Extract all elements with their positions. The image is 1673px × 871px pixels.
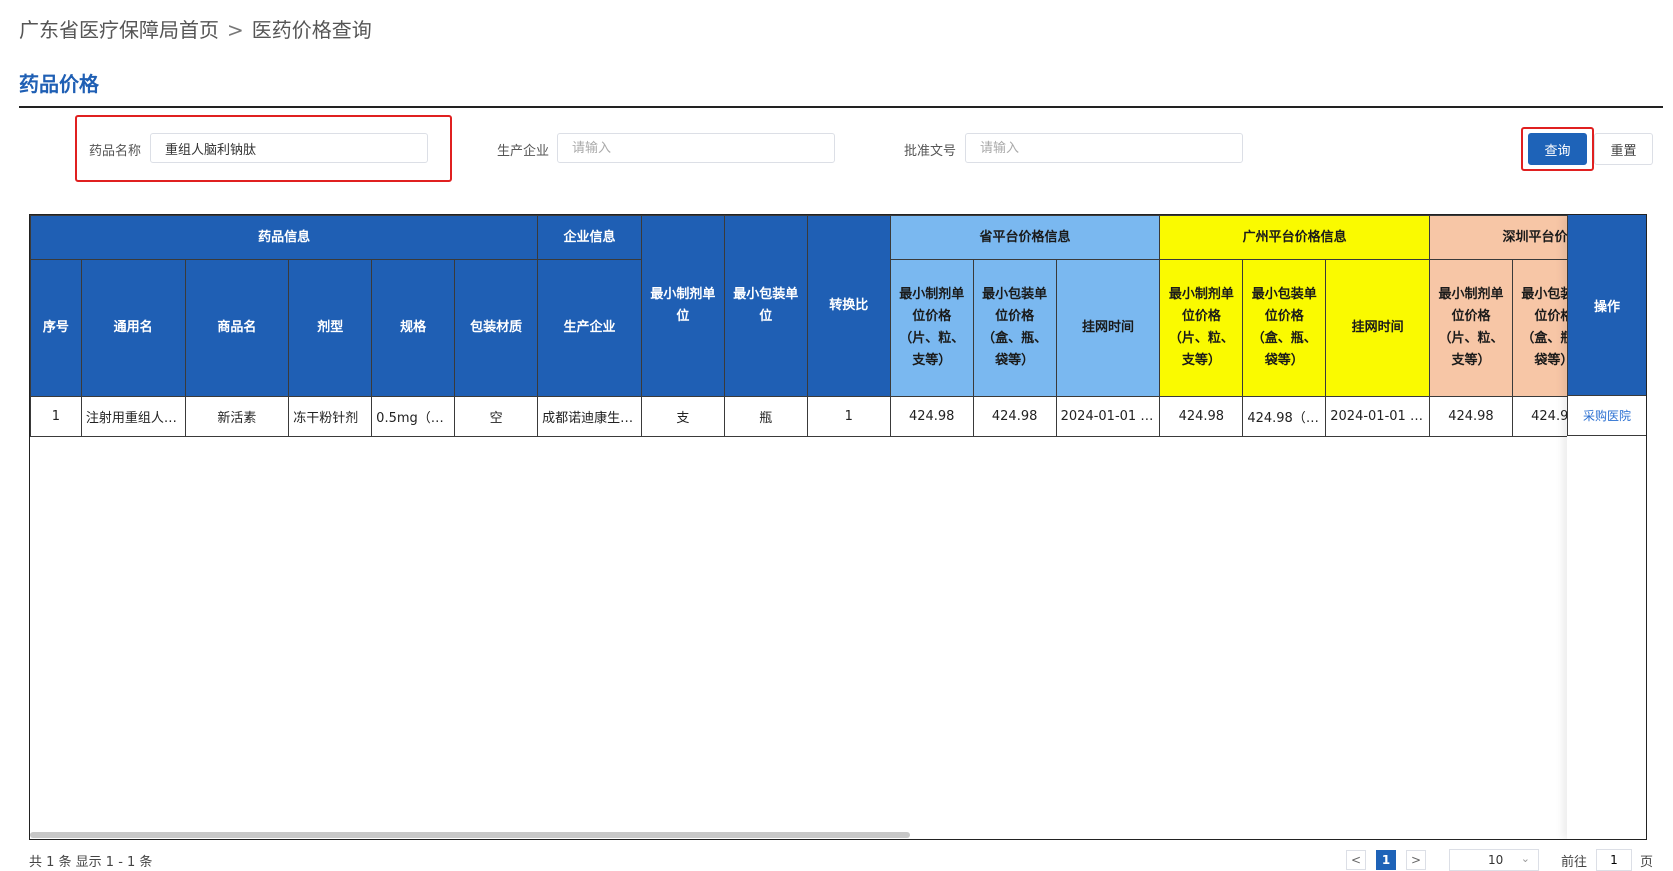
cell-min-unit: 支 <box>640 396 725 437</box>
cell-spec: 0.5mg（5000IU） <box>371 396 456 437</box>
cell-conversion: 1 <box>806 396 891 437</box>
cell-prov-listed-time: 2024-01-01 00:00:00 <box>1055 396 1161 437</box>
price-table: 药品信息 企业信息 最小制剂单位 最小包装单位 转换比 省平台价格信息 广州平台… <box>29 214 1647 840</box>
col-header-sz-unit-price: 最小制剂单位价格（片、粒、支等） <box>1428 259 1513 397</box>
cell-index: 1 <box>30 396 82 437</box>
cell-gz-listed-time: 2024-01-01 00:00:00 <box>1325 396 1430 437</box>
group-header-company-info: 企业信息 <box>537 215 642 260</box>
cell-packaging: 空 <box>454 396 539 437</box>
col-header-min-pack-unit: 最小包装单位 <box>723 215 808 397</box>
manufacturer-input[interactable] <box>557 133 835 163</box>
col-header-prov-pack-price: 最小包装单位价格（盒、瓶、袋等） <box>972 259 1057 397</box>
chevron-left-icon: < <box>1350 853 1362 867</box>
cell-prov-unit-price: 424.98 <box>889 396 974 437</box>
page-size-value: 10 <box>1488 853 1504 867</box>
cell-manufacturer: 成都诺迪康生物制药有限公司 <box>537 396 642 437</box>
col-header-min-unit: 最小制剂单位 <box>640 215 725 397</box>
goto-label: 前往 <box>1561 855 1588 870</box>
cell-sz-unit-price: 424.98 <box>1428 396 1513 437</box>
page-number-current[interactable]: 1 <box>1376 850 1396 870</box>
col-header-gz-listed-time: 挂网时间 <box>1325 259 1430 397</box>
approval-number-label: 批准文号 <box>904 144 957 159</box>
total-count: 共 1 条 显示 1 - 1 条 <box>29 855 153 870</box>
approval-number-input[interactable] <box>965 133 1243 163</box>
col-header-prov-listed-time: 挂网时间 <box>1055 259 1161 397</box>
col-header-brand-name: 商品名 <box>184 259 290 397</box>
col-header-dosage-form: 剂型 <box>288 259 373 397</box>
chevron-down-icon: ⌄ <box>1520 852 1530 865</box>
drug-name-label: 药品名称 <box>89 144 142 159</box>
operation-cell: 采购医院 <box>1567 396 1646 436</box>
group-header-drug-info: 药品信息 <box>30 215 539 260</box>
cell-gz-unit-price: 424.98 <box>1159 396 1244 437</box>
col-header-operation: 操作 <box>1567 215 1646 396</box>
table-row: 1 注射用重组人脑利钠肽 新活素 冻干粉针剂 0.5mg（5000IU） 空 成… <box>30 396 1646 437</box>
cell-gz-pack-price: 424.98（瓶） <box>1242 396 1327 437</box>
cell-brand-name: 新活素 <box>184 396 290 437</box>
chevron-right-icon: > <box>1410 853 1422 867</box>
col-header-generic-name: 通用名 <box>80 259 186 397</box>
drug-name-input[interactable] <box>150 133 428 163</box>
reset-button[interactable]: 重置 <box>1594 133 1653 165</box>
title-divider <box>19 106 1663 108</box>
page-unit-label: 页 <box>1640 855 1654 870</box>
group-header-province: 省平台价格信息 <box>889 215 1161 260</box>
col-header-manufacturer: 生产企业 <box>537 259 642 397</box>
operation-column: 操作 采购医院 <box>1567 215 1646 839</box>
col-header-prov-unit-price: 最小制剂单位价格（片、粒、支等） <box>889 259 974 397</box>
cell-dosage-form: 冻干粉针剂 <box>288 396 373 437</box>
col-header-packaging: 包装材质 <box>454 259 539 397</box>
price-grid: 药品信息 企业信息 最小制剂单位 最小包装单位 转换比 省平台价格信息 广州平台… <box>30 215 1646 437</box>
breadcrumb: 广东省医疗保障局首页 > 医药价格查询 <box>19 14 372 43</box>
manufacturer-label: 生产企业 <box>497 144 550 159</box>
prev-page-button[interactable]: < <box>1346 850 1366 870</box>
cell-prov-pack-price: 424.98 <box>972 396 1057 437</box>
col-header-index: 序号 <box>30 259 82 397</box>
purchase-hospital-link[interactable]: 采购医院 <box>1583 407 1631 424</box>
next-page-button[interactable]: > <box>1406 850 1426 870</box>
col-header-gz-unit-price: 最小制剂单位价格（片、粒、支等） <box>1159 259 1244 397</box>
col-header-spec: 规格 <box>371 259 456 397</box>
breadcrumb-separator: > <box>227 18 244 42</box>
col-header-gz-pack-price: 最小包装单位价格（盒、瓶、袋等） <box>1242 259 1327 397</box>
cell-min-pack-unit: 瓶 <box>723 396 808 437</box>
col-header-conversion: 转换比 <box>806 215 891 397</box>
group-header-guangzhou: 广州平台价格信息 <box>1159 215 1430 260</box>
breadcrumb-home-link[interactable]: 广东省医疗保障局首页 <box>19 18 219 42</box>
page-title: 药品价格 <box>19 72 99 96</box>
page-size-select[interactable]: 10 ⌄ <box>1449 849 1539 871</box>
cell-generic-name: 注射用重组人脑利钠肽 <box>80 396 186 437</box>
goto-page-input[interactable] <box>1596 849 1632 871</box>
breadcrumb-current: 医药价格查询 <box>251 18 372 42</box>
horizontal-scrollbar[interactable] <box>30 832 910 838</box>
query-button[interactable]: 查询 <box>1528 133 1587 165</box>
